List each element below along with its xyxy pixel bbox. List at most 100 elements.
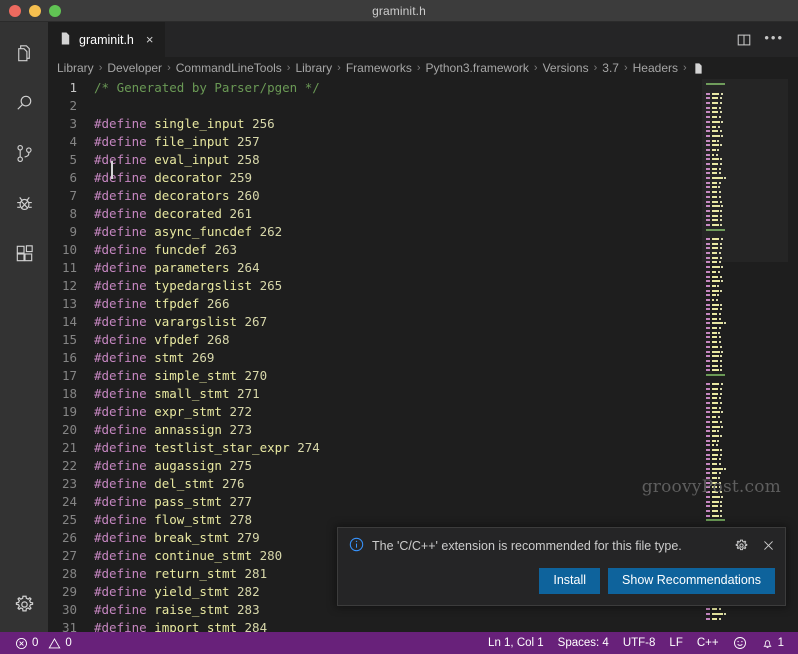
manage-settings-button[interactable]	[0, 582, 48, 632]
status-cursor-position[interactable]: Ln 1, Col 1	[481, 632, 551, 654]
line-number: 2	[69, 98, 77, 113]
minimap-block	[706, 355, 711, 358]
minimap-block	[715, 444, 718, 447]
install-button[interactable]: Install	[539, 568, 601, 594]
file-icon[interactable]	[692, 62, 704, 75]
breadcrumb-separator: ›	[337, 62, 341, 74]
minimap-block	[718, 406, 721, 409]
keyword-token: #define	[94, 278, 155, 293]
breadcrumb-item-2[interactable]: CommandLineTools	[176, 61, 282, 75]
minimap-block	[706, 505, 711, 508]
status-eol[interactable]: LF	[662, 632, 689, 654]
code-text: #define typedargslist 265	[94, 277, 282, 295]
minimap-block	[706, 298, 711, 301]
breadcrumb-item-6[interactable]: Versions	[543, 61, 589, 75]
sidebar-item-extensions[interactable]	[0, 228, 48, 278]
minimap-block	[711, 514, 719, 517]
minimap-block	[711, 359, 719, 362]
minimap-block	[711, 608, 718, 611]
minimap-block	[706, 411, 711, 414]
number-token: 273	[229, 422, 253, 437]
number-token: 264	[237, 260, 260, 275]
sidebar-item-source-control[interactable]	[0, 128, 48, 178]
minimap-block	[711, 430, 716, 433]
identifier-token: pass_stmt	[154, 494, 230, 509]
identifier-token: eval_input	[154, 152, 238, 167]
status-encoding[interactable]: UTF-8	[616, 632, 663, 654]
minimap-block	[711, 369, 719, 372]
tab-bar-spacer	[166, 22, 736, 57]
sidebar-item-search[interactable]	[0, 78, 48, 128]
status-indentation[interactable]: Spaces: 4	[551, 632, 616, 654]
breadcrumb-item-5[interactable]: Python3.framework	[426, 61, 529, 75]
line-number: 26	[61, 530, 77, 545]
breadcrumb-item-8[interactable]: Headers	[633, 61, 678, 75]
minimap-block	[718, 608, 721, 611]
status-problems[interactable]: 0 0	[8, 632, 79, 654]
minimap-block	[721, 425, 724, 428]
watermark: groovyPost.com	[641, 477, 781, 497]
minimap-block	[719, 388, 722, 391]
code-line: 9 #define async_funcdef 262	[48, 223, 702, 241]
breadcrumb-item-7[interactable]: 3.7	[602, 61, 619, 75]
show-recommendations-button[interactable]: Show Recommendations	[608, 568, 775, 594]
minimize-window-button[interactable]	[29, 4, 41, 17]
minimap-block	[720, 369, 723, 372]
minimap-block	[706, 608, 711, 611]
number-token: 267	[244, 314, 268, 329]
minimap-block	[711, 327, 718, 330]
status-feedback[interactable]	[726, 632, 754, 654]
split-editor-icon[interactable]	[736, 32, 752, 48]
identifier-token: flow_stmt	[154, 512, 230, 527]
close-icon[interactable]	[762, 539, 775, 552]
minimap-block	[711, 467, 723, 470]
sidebar-item-explorer[interactable]	[0, 28, 48, 78]
maximize-window-button[interactable]	[49, 4, 61, 17]
breadcrumb-item-0[interactable]: Library	[57, 61, 94, 75]
identifier-token: annassign	[154, 422, 230, 437]
minimap-block	[718, 331, 721, 334]
minimap-block	[711, 266, 720, 269]
minimap-block	[718, 463, 721, 466]
minimap-block	[706, 463, 711, 466]
sidebar-item-run-debug[interactable]	[0, 178, 48, 228]
minimap-block	[718, 397, 721, 400]
code-line: 20 #define annassign 273	[48, 421, 702, 439]
minimap-slider[interactable]	[702, 79, 798, 262]
code-line: 5 #define eval_input 258	[48, 151, 702, 169]
minimap-block	[719, 364, 722, 367]
minimap-block	[719, 453, 722, 456]
minimap-block	[711, 434, 719, 437]
close-window-button[interactable]	[9, 4, 21, 17]
ellipsis-icon[interactable]: •••	[764, 31, 784, 48]
code-line: 19 #define expr_stmt 272	[48, 403, 702, 421]
line-number: 23	[61, 476, 77, 491]
tab-graminit-h[interactable]: graminit.h ×	[48, 22, 167, 57]
status-notifications[interactable]: 1	[754, 632, 791, 654]
gear-icon[interactable]	[734, 538, 749, 553]
keyword-token: #define	[94, 332, 155, 347]
minimap-block	[706, 617, 711, 620]
code-line: 7 #define decorators 260	[48, 187, 702, 205]
keyword-token: #define	[94, 152, 155, 167]
code-line: 31 #define import_stmt 284	[48, 619, 702, 632]
breadcrumb-item-3[interactable]: Library	[295, 61, 332, 75]
breadcrumb-item-4[interactable]: Frameworks	[346, 61, 412, 75]
editor-scrollbar[interactable]	[788, 79, 798, 632]
minimap-block	[706, 359, 711, 362]
code-text: #define tfpdef 266	[94, 295, 229, 313]
identifier-token: decorator	[154, 170, 230, 185]
line-number: 14	[61, 314, 77, 329]
minimap-block	[711, 444, 715, 447]
minimap-block	[706, 406, 711, 409]
breadcrumb-separator: ›	[623, 62, 628, 74]
status-language-mode[interactable]: C++	[690, 632, 726, 654]
close-icon[interactable]: ×	[144, 31, 156, 49]
breadcrumb-item-1[interactable]: Developer	[107, 61, 162, 75]
minimap-block	[706, 444, 711, 447]
minimap-block	[706, 453, 711, 456]
code-text: #define funcdef 263	[94, 241, 237, 259]
minimap-block	[711, 298, 715, 301]
minimap-block	[719, 509, 722, 512]
line-number: 20	[61, 422, 77, 437]
